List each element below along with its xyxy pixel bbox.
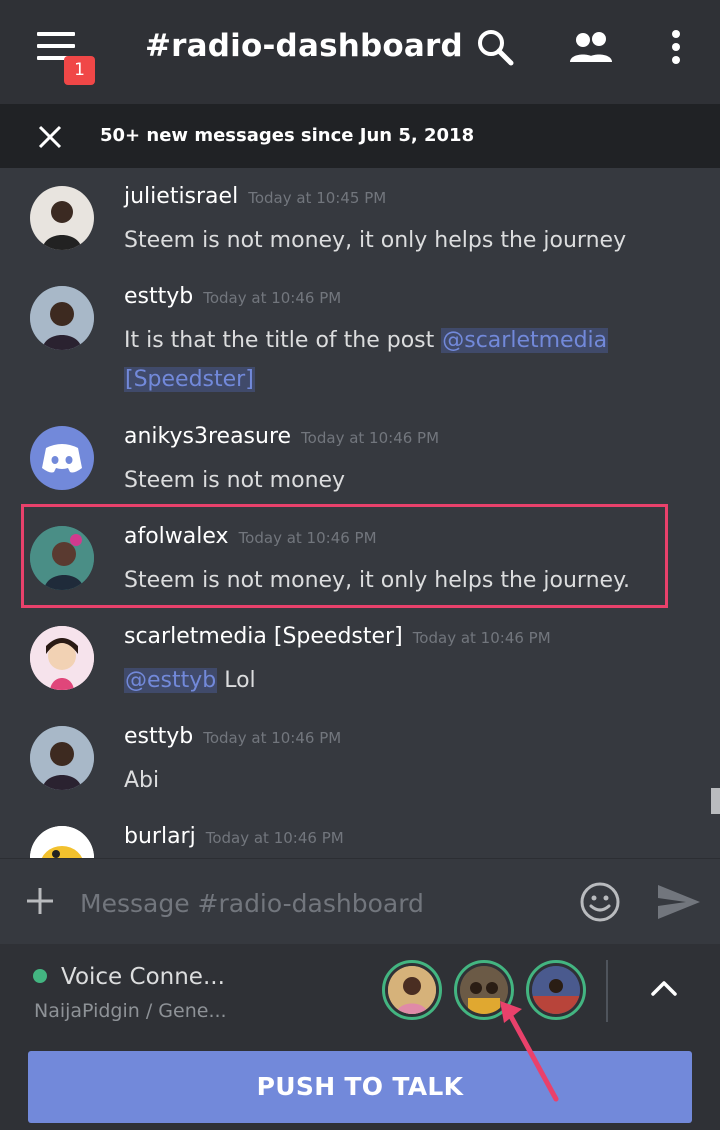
push-to-talk-button[interactable]: PUSH TO TALK [28, 1051, 692, 1123]
message-text: @esttyb Lol [124, 668, 256, 693]
message-author[interactable]: esttyb Today at 10:46 PM [124, 724, 341, 749]
new-messages-bar[interactable]: 50+ new messages since Jun 5, 2018 [0, 104, 720, 168]
message-author[interactable]: burlarj Today at 10:46 PM [124, 824, 344, 849]
message-timestamp: Today at 10:46 PM [203, 289, 342, 307]
voice-panel: Voice Conne... NaijaPidgin / Gene... PUS… [0, 944, 720, 1130]
message-timestamp: Today at 10:45 PM [248, 189, 387, 207]
message-author[interactable]: esttyb Today at 10:46 PM [124, 284, 341, 309]
avatar[interactable] [30, 286, 94, 350]
members-icon[interactable] [568, 28, 616, 68]
user-mention[interactable]: [Speedster] [124, 367, 255, 392]
add-attachment-icon[interactable] [24, 885, 56, 917]
message-text: Steem is not money, it only helps the jo… [124, 228, 627, 253]
annotation-arrow-icon [500, 1001, 559, 1102]
message-text: It is that the title of the post @scarle… [124, 328, 609, 353]
message-author[interactable]: anikys3reasure Today at 10:46 PM [124, 424, 439, 449]
chevron-up-icon[interactable] [650, 978, 678, 998]
top-bar: 1 #radio-dashboard [0, 0, 720, 104]
message-text: Steem is not money [124, 468, 346, 493]
message-text: Abi [124, 768, 160, 793]
highlight-box [21, 504, 668, 608]
connection-status-dot [33, 969, 47, 983]
message-timestamp: Today at 10:46 PM [412, 629, 551, 647]
message-text-continued: [Speedster] [124, 360, 255, 399]
close-icon[interactable] [36, 123, 64, 151]
avatar[interactable] [30, 626, 94, 690]
message-list[interactable]: julietisrael Today at 10:45 PM Steem is n… [0, 168, 720, 858]
voice-channel-name[interactable]: NaijaPidgin / Gene... [34, 1000, 227, 1022]
voice-participant-avatar[interactable] [382, 960, 442, 1020]
user-mention[interactable]: @esttyb [124, 668, 218, 693]
avatar[interactable] [30, 186, 94, 250]
message-author[interactable]: julietisrael Today at 10:45 PM [124, 184, 386, 209]
user-mention[interactable]: @scarletmedia [441, 328, 609, 353]
message-composer [0, 858, 720, 944]
search-icon[interactable] [476, 28, 516, 68]
channel-title: #radio-dashboard [145, 28, 463, 64]
avatar[interactable] [30, 826, 94, 858]
voice-status[interactable]: Voice Conne... [61, 964, 225, 990]
scrollbar[interactable] [711, 788, 720, 814]
message-timestamp: Today at 10:46 PM [301, 429, 440, 447]
avatar[interactable] [30, 726, 94, 790]
message-input[interactable] [80, 883, 560, 923]
discord-logo-avatar[interactable] [30, 426, 94, 490]
new-messages-text: 50+ new messages since Jun 5, 2018 [100, 125, 475, 146]
message-timestamp: Today at 10:46 PM [205, 829, 344, 847]
send-icon[interactable] [656, 883, 702, 921]
notification-badge: 1 [64, 56, 95, 85]
message-author[interactable]: scarletmedia [Speedster] Today at 10:46 P… [124, 624, 551, 649]
divider [606, 960, 608, 1022]
more-vertical-icon[interactable] [666, 28, 686, 68]
emoji-icon[interactable] [579, 881, 621, 923]
message-timestamp: Today at 10:46 PM [203, 729, 342, 747]
